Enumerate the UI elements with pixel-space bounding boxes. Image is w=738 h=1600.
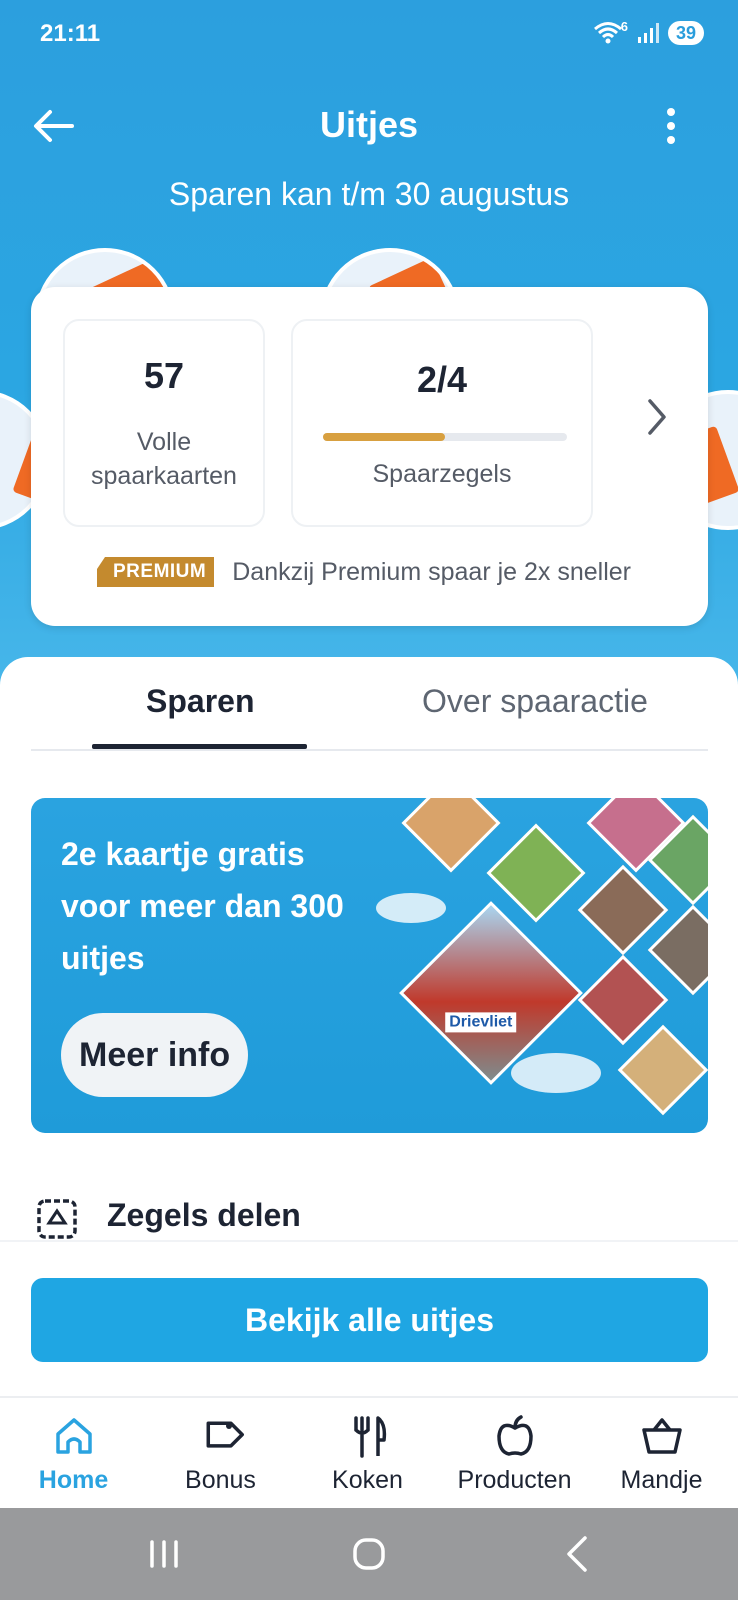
stamps-label: Spaarzegels: [372, 460, 512, 488]
cloud-decoration: [511, 1053, 601, 1093]
home-system-icon[interactable]: [345, 1530, 393, 1578]
cutlery-icon: [353, 1416, 386, 1458]
status-icons: 6 39: [593, 18, 704, 46]
content-sheet: Sparen Over spaaractie 2e kaartje gratis…: [0, 657, 738, 1277]
full-cards-label: Volle: [136, 428, 192, 456]
stamps-progress-bar: [323, 433, 567, 441]
system-navigation-bar: [0, 1508, 738, 1600]
nav-home[interactable]: Home: [0, 1398, 147, 1510]
promo-text: 2e kaartje gratis voor meer dan 300 uitj…: [61, 836, 344, 976]
nav-bonus[interactable]: Bonus: [147, 1398, 294, 1510]
stamps-count: 2/4: [416, 359, 468, 400]
full-cards-box: 57 Volle spaarkaarten: [63, 319, 265, 527]
nav-home-label: Home: [38, 1466, 109, 1494]
tab-bar: Sparen Over spaaractie: [31, 657, 708, 751]
nav-mandje[interactable]: Mandje: [588, 1398, 735, 1510]
stamps-progress-fill: [323, 433, 445, 441]
promo-banner[interactable]: 2e kaartje gratis voor meer dan 300 uitj…: [31, 798, 708, 1133]
premium-row: PREMIUM Dankzij Premium spaar je 2x snel…: [97, 557, 631, 587]
top-app-bar: Uitjes: [0, 90, 738, 160]
nav-producten-label: Producten: [457, 1466, 572, 1494]
recent-apps-icon[interactable]: [140, 1530, 188, 1578]
page-title: Uitjes: [319, 104, 419, 145]
full-cards-count: 57: [143, 355, 185, 396]
home-icon: [55, 1418, 92, 1454]
stamps-box: 2/4 Spaarzegels: [291, 319, 593, 527]
back-system-icon[interactable]: [555, 1530, 603, 1578]
nav-producten[interactable]: Producten: [441, 1398, 588, 1510]
nav-bonus-label: Bonus: [185, 1466, 256, 1494]
active-tab-indicator: [92, 744, 307, 749]
attraction-logo-text: Drievliet: [445, 1012, 517, 1033]
premium-badge: PREMIUM: [97, 557, 215, 587]
apple-icon: [496, 1415, 533, 1456]
status-bar: 21:11 6 39: [0, 0, 738, 70]
attraction-image: [617, 1024, 708, 1116]
more-options-icon[interactable]: [656, 102, 686, 150]
more-info-button[interactable]: Meer info: [61, 1013, 249, 1097]
signal-icon: [637, 23, 659, 43]
tab-sparen[interactable]: Sparen: [146, 683, 254, 720]
cloud-decoration: [376, 893, 446, 923]
stamp-icon: [37, 1199, 77, 1239]
nav-mandje-label: Mandje: [620, 1466, 703, 1494]
attraction-image: [486, 823, 586, 923]
cta-area: Bekijk alle uitjes: [0, 1240, 738, 1396]
tag-icon: [206, 1421, 244, 1448]
share-stamps-label: Zegels delen: [107, 1197, 301, 1233]
nav-koken-label: Koken: [332, 1466, 403, 1494]
view-all-outings-button[interactable]: Bekijk alle uitjes: [31, 1278, 708, 1362]
bottom-navigation: Home Bonus Koken Producten Mandje: [0, 1396, 738, 1508]
tab-over-spaaractie[interactable]: Over spaaractie: [422, 683, 648, 720]
nav-koken[interactable]: Koken: [294, 1398, 441, 1510]
wifi-icon: [593, 22, 622, 44]
basket-icon: [641, 1418, 682, 1454]
chevron-right-icon[interactable]: [642, 395, 672, 439]
wifi-label: 6: [620, 18, 628, 34]
full-cards-label-2: spaarkaarten: [91, 462, 237, 490]
attraction-image: [401, 798, 501, 873]
share-stamps-row[interactable]: Zegels delen: [31, 1187, 708, 1247]
savings-period: Sparen kan t/m 30 augustus: [168, 176, 570, 212]
battery-indicator: 39: [667, 21, 704, 45]
status-time: 21:11: [40, 20, 101, 47]
premium-text: Dankzij Premium spaar je 2x sneller: [232, 557, 631, 586]
savings-card[interactable]: 57 Volle spaarkaarten 2/4 Spaarzegels PR…: [31, 287, 708, 626]
